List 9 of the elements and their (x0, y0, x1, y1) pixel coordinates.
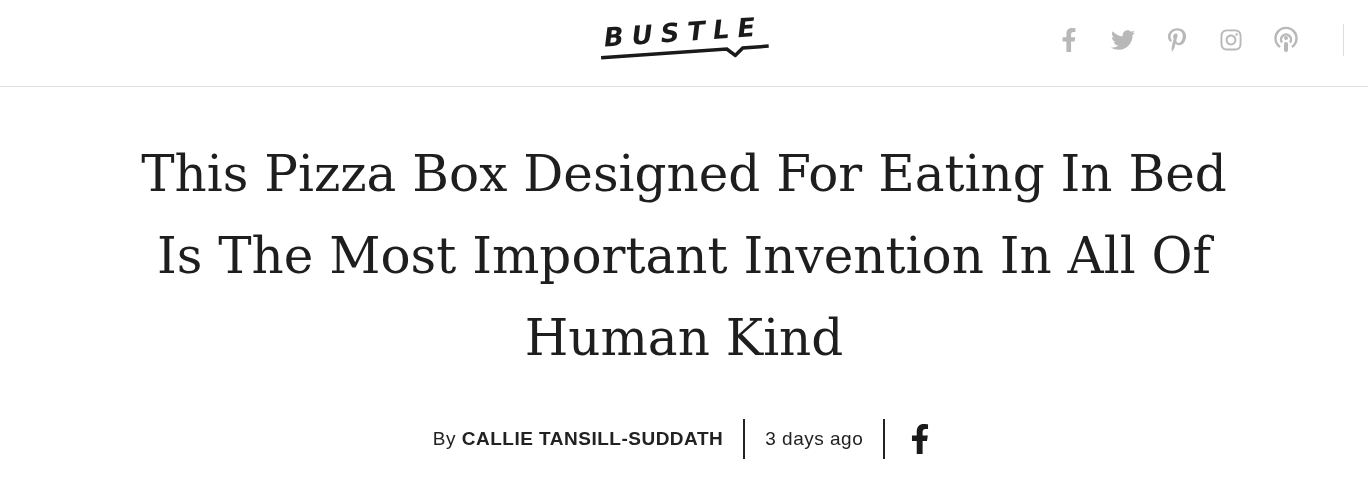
instagram-icon[interactable] (1219, 28, 1243, 52)
bustle-logo[interactable]: BUSTLE (596, 11, 772, 67)
pinterest-icon[interactable] (1165, 28, 1189, 52)
publish-time: 3 days ago (765, 428, 864, 450)
logo-text: BUSTLE (602, 11, 765, 53)
author-byline: By CALLIE TANSILL-SUDDATH (432, 428, 724, 450)
podcast-icon[interactable] (1273, 26, 1299, 54)
article-headline: This Pizza Box Designed For Eating In Bed Is The Most Important Invention In All Of Human Kind (140, 144, 1228, 369)
twitter-icon[interactable] (1111, 28, 1135, 52)
